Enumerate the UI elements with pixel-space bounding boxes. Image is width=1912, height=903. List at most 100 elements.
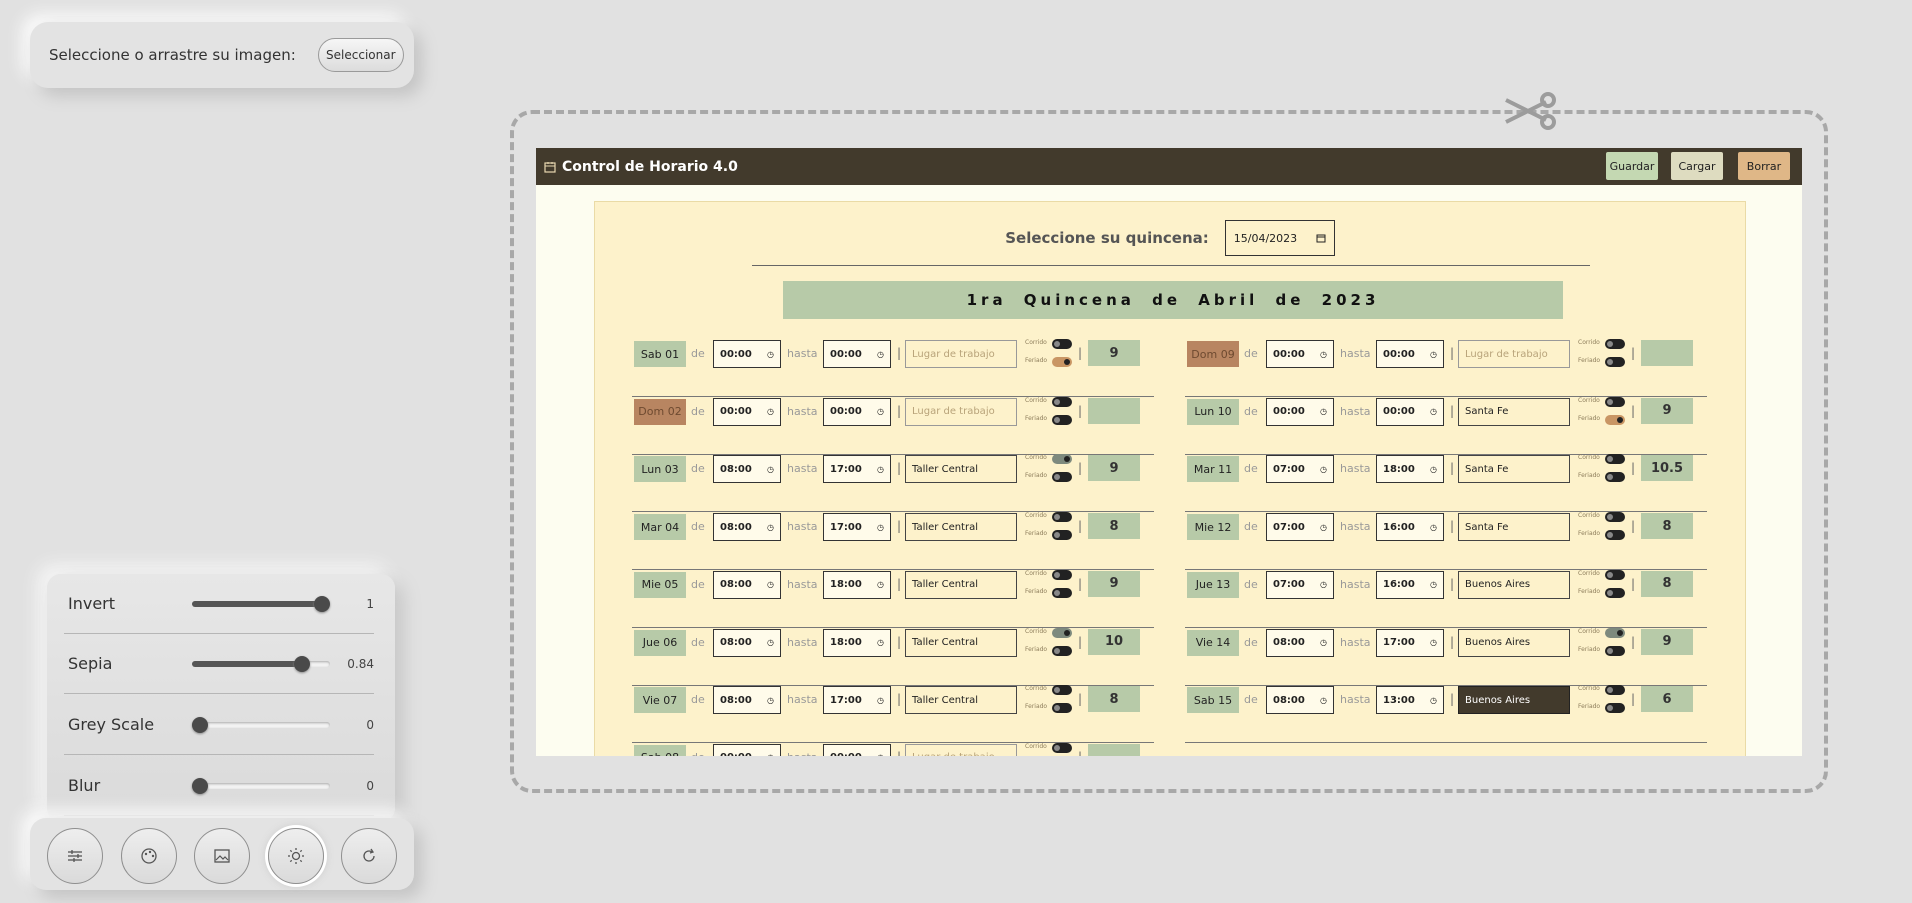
end-time-input[interactable]: 00:00 ◷ xyxy=(1376,397,1444,426)
corrido-toggle[interactable] xyxy=(1605,627,1625,638)
start-time-input[interactable]: 08:00 ◷ xyxy=(713,455,781,484)
start-time-input[interactable]: 00:00 ◷ xyxy=(713,743,781,756)
start-time-input[interactable]: 08:00 ◷ xyxy=(713,628,781,657)
slider-thumb[interactable] xyxy=(314,595,330,612)
end-time-input[interactable]: 18:00 ◷ xyxy=(823,628,891,657)
clock-icon: ◷ xyxy=(1430,349,1437,359)
start-time-input[interactable]: 08:00 ◷ xyxy=(1266,686,1334,715)
filter-slider[interactable] xyxy=(192,595,330,612)
workplace-input[interactable]: Lugar de trabajo xyxy=(905,743,1017,756)
corrido-toggle[interactable] xyxy=(1052,742,1072,753)
corrido-toggle[interactable] xyxy=(1052,396,1072,407)
start-time-input[interactable]: 00:00 ◷ xyxy=(713,397,781,426)
end-time-input[interactable]: 00:00 ◷ xyxy=(823,743,891,756)
corrido-toggle[interactable] xyxy=(1052,339,1072,349)
workplace-input[interactable]: Taller Central xyxy=(905,513,1017,542)
workplace-input[interactable]: Buenos Aires xyxy=(1458,686,1570,715)
feriado-toggle[interactable] xyxy=(1605,587,1625,598)
workplace-input[interactable]: Buenos Aires xyxy=(1458,628,1570,657)
clock-icon: ◷ xyxy=(877,638,884,647)
start-time-input[interactable]: 00:00 ◷ xyxy=(1266,340,1334,368)
day-row: Sab 15 de 08:00 ◷ hasta 13:00 ◷ | Buenos Aires Co… xyxy=(1185,685,1707,744)
start-time-input[interactable]: 07:00 ◷ xyxy=(1266,513,1334,542)
start-time-input[interactable]: 08:00 ◷ xyxy=(713,570,781,599)
workplace-input[interactable]: Taller Central xyxy=(905,686,1017,715)
sliders-icon[interactable] xyxy=(47,828,103,884)
start-time-input[interactable]: 07:00 ◷ xyxy=(1266,570,1334,599)
workplace-input[interactable]: Santa Fe xyxy=(1458,455,1570,484)
feriado-toggle[interactable] xyxy=(1052,472,1072,483)
start-time-value: 07:00 xyxy=(1273,521,1305,533)
end-time-input[interactable]: 00:00 ◷ xyxy=(1376,340,1444,368)
corrido-toggle[interactable] xyxy=(1052,454,1072,465)
workplace-input[interactable]: Santa Fe xyxy=(1458,397,1570,426)
workplace-input[interactable]: Taller Central xyxy=(905,628,1017,657)
corrido-toggle[interactable] xyxy=(1605,396,1625,407)
slider-thumb[interactable] xyxy=(192,716,208,733)
end-time-input[interactable]: 18:00 ◷ xyxy=(1376,455,1444,484)
start-time-input[interactable]: 08:00 ◷ xyxy=(1266,628,1334,657)
slider-thumb[interactable] xyxy=(192,777,208,794)
separator: | xyxy=(1631,634,1636,649)
feriado-toggle[interactable] xyxy=(1605,703,1625,714)
feriado-toggle[interactable] xyxy=(1052,530,1072,541)
corrido-toggle[interactable] xyxy=(1605,512,1625,523)
start-time-input[interactable]: 08:00 ◷ xyxy=(713,513,781,542)
feriado-toggle[interactable] xyxy=(1605,414,1625,425)
workplace-input[interactable]: Santa Fe xyxy=(1458,513,1570,542)
clear-button[interactable]: Borrar xyxy=(1738,152,1790,180)
start-time-value: 08:00 xyxy=(1273,637,1305,648)
end-time-input[interactable]: 17:00 ◷ xyxy=(823,686,891,715)
save-button[interactable]: Guardar xyxy=(1606,152,1658,180)
end-time-input[interactable]: 13:00 ◷ xyxy=(1376,686,1444,715)
end-time-input[interactable]: 17:00 ◷ xyxy=(823,455,891,484)
feriado-toggle[interactable] xyxy=(1605,645,1625,656)
load-button[interactable]: Cargar xyxy=(1671,152,1723,180)
start-time-input[interactable]: 00:00 ◷ xyxy=(713,340,781,368)
reset-icon[interactable] xyxy=(341,828,397,884)
feriado-toggle[interactable] xyxy=(1052,645,1072,656)
image-icon[interactable] xyxy=(194,828,250,884)
corrido-toggle[interactable] xyxy=(1052,512,1072,523)
workplace-input[interactable]: Taller Central xyxy=(905,570,1017,599)
feriado-toggle[interactable] xyxy=(1052,587,1072,598)
feriado-toggle[interactable] xyxy=(1052,414,1072,425)
end-time-input[interactable]: 17:00 ◷ xyxy=(1376,628,1444,657)
feriado-toggle[interactable] xyxy=(1605,472,1625,483)
slider-thumb[interactable] xyxy=(294,655,310,672)
workplace-input[interactable]: Lugar de trabajo xyxy=(905,397,1017,426)
end-time-input[interactable]: 18:00 ◷ xyxy=(823,570,891,599)
end-time-input[interactable]: 16:00 ◷ xyxy=(1376,513,1444,542)
workplace-input[interactable]: Lugar de trabajo xyxy=(1458,340,1570,368)
date-input[interactable]: 15/04/2023 xyxy=(1224,220,1335,256)
feriado-toggle[interactable] xyxy=(1052,703,1072,714)
filter-slider[interactable] xyxy=(192,716,330,733)
palette-icon[interactable] xyxy=(121,828,177,884)
workplace-value: Buenos Aires xyxy=(1465,637,1531,648)
feriado-toggle[interactable] xyxy=(1605,530,1625,541)
end-time-input[interactable]: 17:00 ◷ xyxy=(823,513,891,542)
corrido-toggle[interactable] xyxy=(1605,569,1625,580)
start-time-input[interactable]: 07:00 ◷ xyxy=(1266,455,1334,484)
workplace-input[interactable]: Buenos Aires xyxy=(1458,570,1570,599)
corrido-toggle[interactable] xyxy=(1052,627,1072,638)
corrido-toggle[interactable] xyxy=(1052,685,1072,696)
select-image-button[interactable]: Seleccionar xyxy=(317,38,404,72)
workplace-input[interactable]: Lugar de trabajo xyxy=(905,340,1017,368)
end-time-input[interactable]: 00:00 ◷ xyxy=(823,340,891,368)
clock-icon: ◷ xyxy=(1430,407,1437,417)
feriado-toggle[interactable] xyxy=(1052,357,1072,367)
start-time-input[interactable]: 08:00 ◷ xyxy=(713,686,781,715)
brightness-icon[interactable] xyxy=(268,828,324,884)
corrido-toggle[interactable] xyxy=(1605,339,1625,349)
filter-slider[interactable] xyxy=(192,655,330,672)
end-time-input[interactable]: 16:00 ◷ xyxy=(1376,570,1444,599)
start-time-input[interactable]: 00:00 ◷ xyxy=(1266,397,1334,426)
workplace-input[interactable]: Taller Central xyxy=(905,455,1017,484)
filter-slider[interactable] xyxy=(192,777,330,794)
corrido-toggle[interactable] xyxy=(1605,454,1625,465)
corrido-toggle[interactable] xyxy=(1052,569,1072,580)
feriado-toggle[interactable] xyxy=(1605,357,1625,367)
end-time-input[interactable]: 00:00 ◷ xyxy=(823,397,891,426)
corrido-toggle[interactable] xyxy=(1605,685,1625,696)
